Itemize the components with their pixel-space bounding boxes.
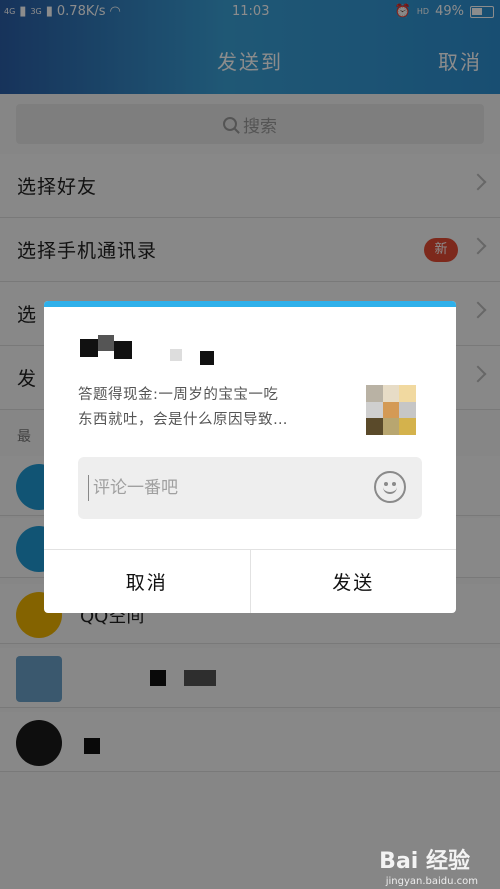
article-line: 答题得现金:一周岁的宝宝一吃 — [78, 387, 279, 403]
dialog-actions: 取消 发送 — [44, 549, 456, 613]
comment-input[interactable] — [88, 475, 358, 501]
comment-box — [78, 457, 422, 519]
dialog-accent-bar — [44, 301, 456, 307]
share-screen: 4G ▮ 3G ▮ 0.78K/s ◠ 11:03 ⏰ HD 49% 发送到 取… — [0, 0, 500, 889]
emoji-icon[interactable] — [374, 471, 406, 503]
article-line: 东西就吐，会是什么原因导致… — [78, 412, 288, 428]
send-button[interactable]: 发送 — [249, 550, 457, 613]
cancel-button[interactable]: 取消 — [44, 550, 250, 613]
article-summary: 答题得现金:一周岁的宝宝一吃 东西就吐，会是什么原因导致… — [78, 383, 358, 433]
share-dialog: 答题得现金:一周岁的宝宝一吃 东西就吐，会是什么原因导致… 取消 发送 — [44, 301, 456, 613]
article-thumbnail — [366, 385, 416, 435]
recipient-name-redacted — [78, 335, 218, 365]
baidu-watermark: Bai 经验 — [379, 849, 470, 874]
watermark-url: jingyan.baidu.com — [385, 876, 478, 887]
